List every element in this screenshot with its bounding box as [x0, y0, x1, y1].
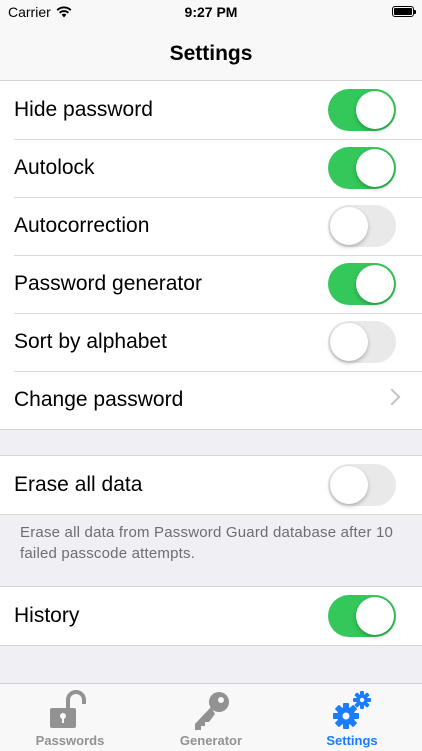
row-label: Sort by alphabet: [14, 330, 167, 353]
row-autolock: Autolock: [0, 139, 422, 197]
tab-label: Passwords: [35, 733, 105, 748]
row-label: Erase all data: [14, 473, 143, 496]
row-label: Autolock: [14, 156, 95, 179]
tab-bar: Passwords Generator Settings: [0, 683, 422, 751]
sort-by-alphabet-toggle[interactable]: [328, 321, 396, 363]
row-password-generator: Password generator: [0, 255, 422, 313]
tab-passwords[interactable]: Passwords: [0, 684, 140, 751]
settings-group-main: Hide password Autolock Autocorrection Pa…: [0, 80, 422, 430]
tab-label: Settings: [326, 733, 378, 748]
erase-all-data-toggle[interactable]: [328, 464, 396, 506]
tab-settings[interactable]: Settings: [282, 684, 422, 751]
row-sort-by-alphabet: Sort by alphabet: [0, 313, 422, 371]
unlocked-padlock-icon: [50, 690, 86, 728]
password-generator-toggle[interactable]: [328, 263, 396, 305]
row-label: Change password: [14, 388, 184, 411]
tab-generator[interactable]: Generator: [141, 684, 281, 751]
settings-group-erase: Erase all data: [0, 455, 422, 515]
row-erase-all-data: Erase all data: [0, 456, 422, 514]
row-hide-password: Hide password: [0, 81, 422, 139]
hide-password-toggle[interactable]: [328, 89, 396, 131]
change-password-row[interactable]: Change password: [0, 371, 422, 429]
erase-footer-note: Erase all data from Password Guard datab…: [20, 524, 394, 562]
row-label: Hide password: [14, 98, 153, 121]
key-icon: [195, 692, 229, 730]
autocorrection-toggle[interactable]: [328, 205, 396, 247]
settings-group-history: History: [0, 586, 422, 646]
tab-label: Generator: [179, 733, 243, 748]
row-label: Autocorrection: [14, 214, 150, 237]
top-bar: Carrier 9:27 PM Settings: [0, 0, 422, 87]
page-title: Settings: [169, 42, 253, 65]
row-label: Password generator: [14, 272, 202, 295]
row-label: History: [14, 604, 80, 627]
row-history: History: [0, 587, 422, 645]
chevron-right-icon: [383, 388, 401, 406]
history-toggle[interactable]: [328, 595, 396, 637]
gears-icon: [333, 691, 371, 729]
status-time: 9:27 PM: [184, 4, 238, 20]
battery-icon: [392, 6, 416, 17]
row-autocorrection: Autocorrection: [0, 197, 422, 255]
status-bar: Carrier 9:27 PM: [0, 0, 422, 24]
autolock-toggle[interactable]: [328, 147, 396, 189]
